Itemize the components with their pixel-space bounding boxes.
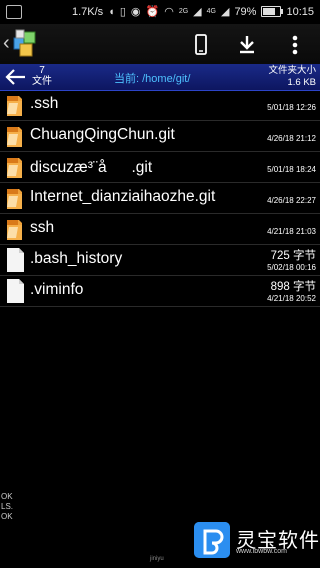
file-date: 5/01/18 18:24 [267, 165, 316, 174]
net-speed: 1.7K/s [71, 5, 104, 18]
file-name: Internet_dianziaihaozhe.git [30, 188, 216, 205]
file-name: ChuangQingChun.git [30, 126, 175, 143]
file-date: 4/21/18 20:52 [267, 294, 316, 303]
battery-percent: 79% [234, 5, 257, 18]
file-name: .ssh [30, 95, 59, 112]
file-size: 725 字节 [270, 250, 316, 262]
phone-icon[interactable] [188, 32, 214, 58]
watermark-logo-icon [194, 522, 230, 558]
file-row[interactable]: .bash_history 725 字节 5/02/18 00:16 [0, 245, 320, 276]
signal-4g-label: 4G [206, 8, 216, 15]
battery-level [263, 8, 276, 15]
signal-icon: ◢ [193, 6, 202, 18]
file-row[interactable]: ChuangQingChun.git 4/26/18 21:12 [0, 121, 320, 152]
folder-icon [4, 92, 26, 118]
file-count: 7 文件 [32, 65, 52, 87]
file-icon [4, 278, 26, 304]
wifi-icon: ◠ [164, 6, 174, 18]
file-row[interactable]: .viminfo 898 字节 4/21/18 20:52 [0, 276, 320, 307]
headset-icon: ◖ [108, 5, 115, 18]
file-count-unit: 文件 [32, 76, 52, 87]
vibrate-icon: ▯ [119, 6, 126, 18]
app-logo-icon[interactable] [12, 28, 38, 58]
clock: 10:15 [286, 5, 314, 18]
file-row[interactable]: Internet_dianziaihaozhe.git 4/26/18 22:27 [0, 183, 320, 214]
file-name: .bash_history [30, 250, 123, 267]
folder-icon [4, 154, 26, 180]
more-vertical-icon[interactable] [282, 32, 308, 58]
download-icon[interactable] [234, 32, 260, 58]
folder-icon [4, 185, 26, 211]
folder-icon [4, 216, 26, 242]
status-bar: 1.7K/s ◖ ▯ ◉ ⏰ ◠ 2G ◢ 4G ◢ 79% 10:15 [0, 0, 320, 24]
file-icon [4, 247, 26, 273]
status-indicators: 1.7K/s ◖ ▯ ◉ ⏰ ◠ 2G ◢ 4G ◢ 79% 10:15 [71, 5, 314, 19]
file-date: 5/02/18 00:16 [267, 263, 316, 272]
alarm-icon: ⏰ [145, 6, 160, 18]
file-row[interactable]: .ssh 5/01/18 12:26 [0, 90, 320, 121]
current-path[interactable]: 当前: /home/git/ [114, 70, 190, 86]
file-date: 4/21/18 21:03 [267, 227, 316, 236]
path-bar: 7 文件 当前: /home/git/ 文件夹大小 1.6 KB [0, 64, 320, 91]
app-toolbar: ‹ [0, 24, 320, 65]
file-size: 898 字节 [270, 281, 316, 293]
file-date: 4/26/18 22:27 [267, 196, 316, 205]
folder-size-value: 1.6 KB [287, 77, 316, 88]
signal-2g-label: 2G [178, 8, 189, 15]
file-row[interactable]: discuzæ³¨å .git 5/01/18 18:24 [0, 152, 320, 183]
file-row[interactable]: ssh 4/21/18 21:03 [0, 214, 320, 245]
folder-icon [4, 123, 26, 149]
arrow-left-icon[interactable] [4, 67, 28, 87]
folder-size-label: 文件夹大小 [268, 65, 316, 76]
folder-size: 文件夹大小 1.6 KB [268, 65, 316, 89]
chevron-left-icon[interactable]: ‹ [3, 33, 10, 53]
signal-icon: ◢ [220, 6, 230, 18]
log-output: OK LS. OK [1, 492, 14, 521]
watermark-url: www.lbwbw.com [236, 548, 287, 555]
watermark-small-text: jiniyu [150, 556, 164, 562]
file-name: .viminfo [30, 281, 84, 298]
battery-icon [261, 6, 284, 17]
file-count-number: 7 [39, 65, 45, 76]
file-date: 5/01/18 12:26 [267, 103, 316, 112]
file-date: 4/26/18 21:12 [267, 134, 316, 143]
eye-icon: ◉ [130, 6, 141, 18]
file-name: ssh [30, 219, 55, 236]
file-list: .ssh 5/01/18 12:26 ChuangQingChun.git 4/26/… [0, 90, 320, 307]
notification-icon [6, 5, 22, 19]
file-name: discuzæ³¨å .git [30, 159, 153, 176]
